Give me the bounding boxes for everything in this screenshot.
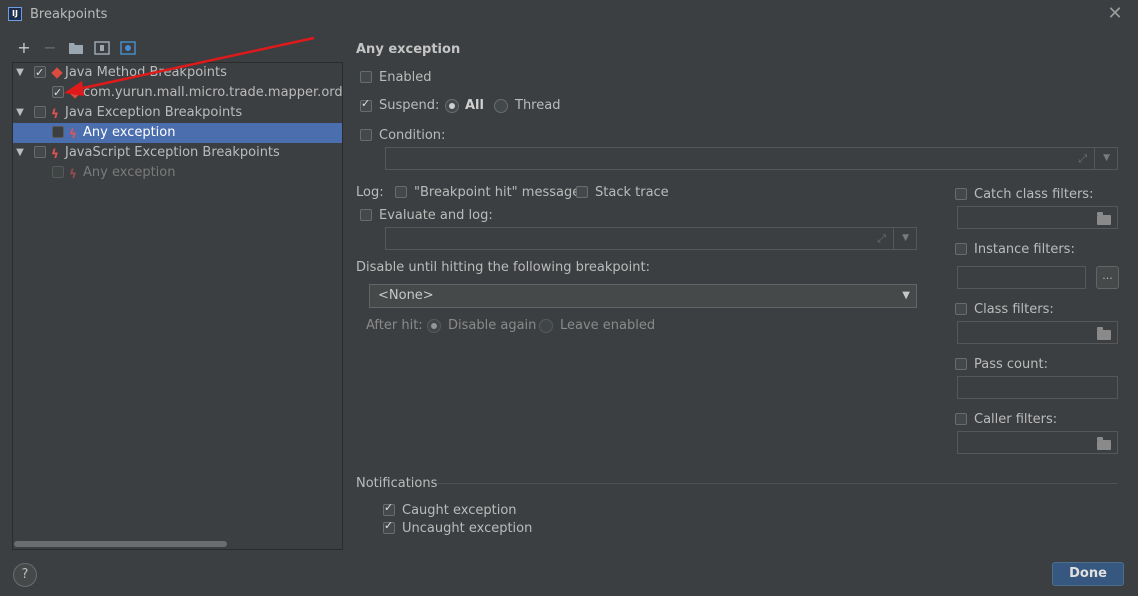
window-title: Breakpoints <box>30 7 108 22</box>
catch-class-filters-checkbox[interactable] <box>955 188 967 200</box>
pass-count-label: Pass count: <box>974 357 1048 372</box>
tree-checkbox[interactable] <box>34 146 46 158</box>
class-filters-label: Class filters: <box>974 302 1054 317</box>
tree-item-label: Java Exception Breakpoints <box>65 105 243 120</box>
log-label: Log: <box>356 185 384 200</box>
condition-field[interactable]: ⤢ ▼ <box>385 147 1118 170</box>
details-title: Any exception <box>356 42 461 57</box>
folder-icon[interactable] <box>1097 212 1111 225</box>
disable-until-select[interactable]: <None> ▼ <box>369 284 917 308</box>
caller-filters-field[interactable] <box>957 431 1118 454</box>
tree-item-label: JavaScript Exception Breakpoints <box>65 145 280 160</box>
plus-icon[interactable]: + <box>16 40 32 56</box>
dropdown-arrow-icon[interactable]: ▼ <box>902 233 909 243</box>
tree-item-any-exception-javascript[interactable]: ϟ Any exception <box>13 163 342 183</box>
tree-item-label: Any exception <box>83 125 176 140</box>
stack-trace-label: Stack trace <box>595 185 669 200</box>
tree-checkbox[interactable] <box>52 166 64 178</box>
log-message-label: "Breakpoint hit" message <box>414 185 581 200</box>
intellij-app-icon: IJ <box>8 7 22 21</box>
expand-icon[interactable]: ⤢ <box>877 232 886 246</box>
disable-again-radio[interactable] <box>427 319 441 333</box>
tree-item-java-exception-breakpoints[interactable]: ▼ ϟ Java Exception Breakpoints <box>13 103 342 123</box>
minus-icon[interactable]: − <box>42 40 58 56</box>
tree-checkbox[interactable] <box>52 126 64 138</box>
caught-exception-checkbox[interactable] <box>383 501 395 516</box>
caller-filters-checkbox[interactable] <box>955 413 967 425</box>
breakpoints-tree[interactable]: ▼ Java Method Breakpoints com.yurun.mall… <box>12 62 343 550</box>
expand-arrow-icon[interactable]: ▼ <box>15 143 25 163</box>
tree-checkbox[interactable] <box>34 63 46 83</box>
pass-count-field[interactable] <box>957 376 1118 399</box>
uncaught-exception-label: Uncaught exception <box>402 521 533 536</box>
evaluate-log-field[interactable]: ⤢ ▼ <box>385 227 917 250</box>
caught-exception-label: Caught exception <box>402 503 517 518</box>
tree-item-label: Any exception <box>83 165 176 180</box>
done-button[interactable]: Done <box>1052 562 1124 586</box>
instance-filters-browse-button[interactable]: ... <box>1096 266 1119 289</box>
suspend-all-label: All <box>465 98 484 113</box>
leave-enabled-label: Leave enabled <box>560 318 656 333</box>
exception-breakpoint-icon: ϟ <box>69 127 77 141</box>
disable-again-label: Disable again <box>448 318 537 333</box>
log-message-checkbox[interactable] <box>395 186 407 198</box>
notifications-title: Notifications <box>356 476 438 491</box>
instance-filters-label: Instance filters: <box>974 242 1075 257</box>
close-icon[interactable]: ✕ <box>1106 4 1124 24</box>
suspend-thread-label: Thread <box>515 98 561 113</box>
suspend-checkbox[interactable] <box>360 97 372 112</box>
tree-item-any-exception-java[interactable]: ϟ Any exception <box>13 123 342 143</box>
leave-enabled-radio[interactable] <box>539 319 553 333</box>
folder-icon[interactable] <box>1097 437 1111 450</box>
suspend-thread-radio[interactable] <box>494 99 508 113</box>
after-hit-label: After hit: <box>366 318 423 333</box>
evaluate-log-checkbox[interactable] <box>360 209 372 221</box>
suspend-all-radio[interactable] <box>445 99 459 113</box>
exception-breakpoint-icon: ϟ <box>51 147 59 161</box>
tree-checkbox[interactable] <box>34 106 46 118</box>
annotation-arrow-icon <box>64 36 315 96</box>
instance-filters-checkbox[interactable] <box>955 243 967 255</box>
horizontal-scrollbar[interactable] <box>14 541 227 547</box>
expand-icon[interactable]: ⤢ <box>1078 152 1087 166</box>
catch-class-filters-field[interactable] <box>957 206 1118 229</box>
notifications-divider <box>437 483 1118 484</box>
exception-breakpoint-icon: ϟ <box>69 167 77 181</box>
disable-until-label: Disable until hitting the following brea… <box>356 260 650 275</box>
caller-filters-label: Caller filters: <box>974 412 1058 427</box>
dropdown-arrow-icon: ▼ <box>902 290 910 301</box>
enabled-label: Enabled <box>379 70 432 85</box>
suspend-label: Suspend: <box>379 98 440 113</box>
pass-count-checkbox[interactable] <box>955 358 967 370</box>
enabled-checkbox[interactable] <box>360 71 372 83</box>
evaluate-log-label: Evaluate and log: <box>379 208 493 223</box>
exception-breakpoint-icon: ϟ <box>51 107 59 121</box>
disable-until-value: <None> <box>378 288 434 303</box>
help-button[interactable]: ? <box>13 563 37 587</box>
expand-arrow-icon[interactable]: ▼ <box>15 103 25 123</box>
tree-item-javascript-exception-breakpoints[interactable]: ▼ ϟ JavaScript Exception Breakpoints <box>13 143 342 163</box>
dropdown-arrow-icon[interactable]: ▼ <box>1103 153 1110 163</box>
class-filters-field[interactable] <box>957 321 1118 344</box>
folder-icon[interactable] <box>1097 327 1111 340</box>
stack-trace-checkbox[interactable] <box>576 186 588 198</box>
condition-label: Condition: <box>379 128 446 143</box>
uncaught-exception-checkbox[interactable] <box>383 519 395 534</box>
condition-checkbox[interactable] <box>360 129 372 141</box>
expand-arrow-icon[interactable]: ▼ <box>15 63 25 83</box>
instance-filters-field[interactable] <box>957 266 1086 289</box>
catch-class-filters-label: Catch class filters: <box>974 187 1094 202</box>
class-filters-checkbox[interactable] <box>955 303 967 315</box>
